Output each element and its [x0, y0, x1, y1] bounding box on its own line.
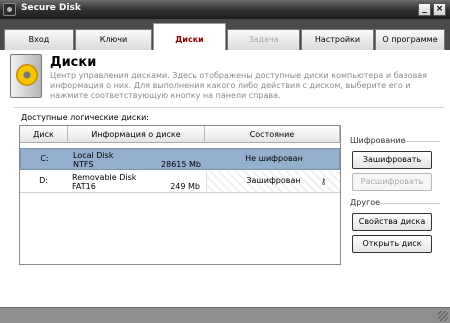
- encrypted-lock-icon: ⚷: [320, 177, 327, 186]
- other-section-label: Другое: [350, 198, 381, 207]
- disk-size: 249 Mb: [170, 182, 200, 191]
- tab-settings[interactable]: Настройки: [301, 29, 374, 50]
- disk-state: Зашифрован: [246, 176, 301, 185]
- page-title: Диски: [50, 55, 97, 70]
- tab-task: Задача: [227, 29, 300, 50]
- disk-properties-button[interactable]: Свойства диска: [352, 213, 432, 231]
- disks-label: Доступные логические диски:: [21, 113, 149, 122]
- divider: [380, 203, 440, 204]
- column-header-disk[interactable]: Диск: [20, 126, 68, 143]
- disk-letter: D:: [39, 176, 48, 185]
- disk-table[interactable]: Диск Информация о диске Состояние C: Loc…: [19, 125, 341, 265]
- status-bar: [0, 307, 450, 323]
- tab-login[interactable]: Вход: [4, 29, 74, 50]
- resize-grip-icon[interactable]: [438, 311, 448, 321]
- encrypt-button[interactable]: Зашифровать: [352, 151, 432, 169]
- disk-name: Removable Disk: [72, 173, 137, 182]
- app-disk-icon: [3, 3, 16, 16]
- column-header-info[interactable]: Информация о диске: [68, 126, 205, 143]
- table-row[interactable]: C: Local Disk NTFS 28615 Mb Не шифрован: [20, 148, 340, 170]
- close-icon[interactable]: ×: [433, 3, 446, 16]
- disk-state-cell: Зашифрован ⚷: [206, 171, 340, 192]
- encryption-section-label: Шифрование: [350, 136, 406, 145]
- minimize-icon[interactable]: _: [418, 3, 431, 16]
- divider: [14, 107, 444, 108]
- table-row[interactable]: D: Removable Disk FAT16 249 Mb Зашифрова…: [20, 171, 340, 193]
- tab-keys[interactable]: Ключи: [75, 29, 152, 50]
- page-description: Центр управления дисками. Здесь отображе…: [50, 71, 427, 100]
- disk-info: Local Disk NTFS 28615 Mb: [73, 149, 201, 169]
- decrypt-button: Расшифровать: [352, 173, 432, 191]
- hard-disk-icon: [10, 54, 42, 98]
- disk-letter: C:: [40, 154, 49, 163]
- column-header-state[interactable]: Состояние: [205, 126, 340, 143]
- title-bar: Secure Disk _ ×: [0, 0, 450, 19]
- divider: [404, 141, 440, 142]
- disk-filesystem: FAT16: [72, 182, 96, 191]
- tab-strip: Вход Ключи Диски Задача Настройки О прог…: [0, 19, 450, 50]
- disk-state: Не шифрован: [245, 154, 303, 163]
- tab-about[interactable]: О программе: [375, 29, 445, 50]
- disk-name: Local Disk: [73, 151, 114, 160]
- open-disk-button[interactable]: Открыть диск: [352, 235, 432, 253]
- window-title: Secure Disk: [21, 3, 81, 13]
- disk-filesystem: NTFS: [73, 160, 94, 169]
- disk-size: 28615 Mb: [161, 160, 201, 169]
- tab-disks[interactable]: Диски: [153, 23, 226, 50]
- disk-info: Removable Disk FAT16 249 Mb: [72, 171, 200, 192]
